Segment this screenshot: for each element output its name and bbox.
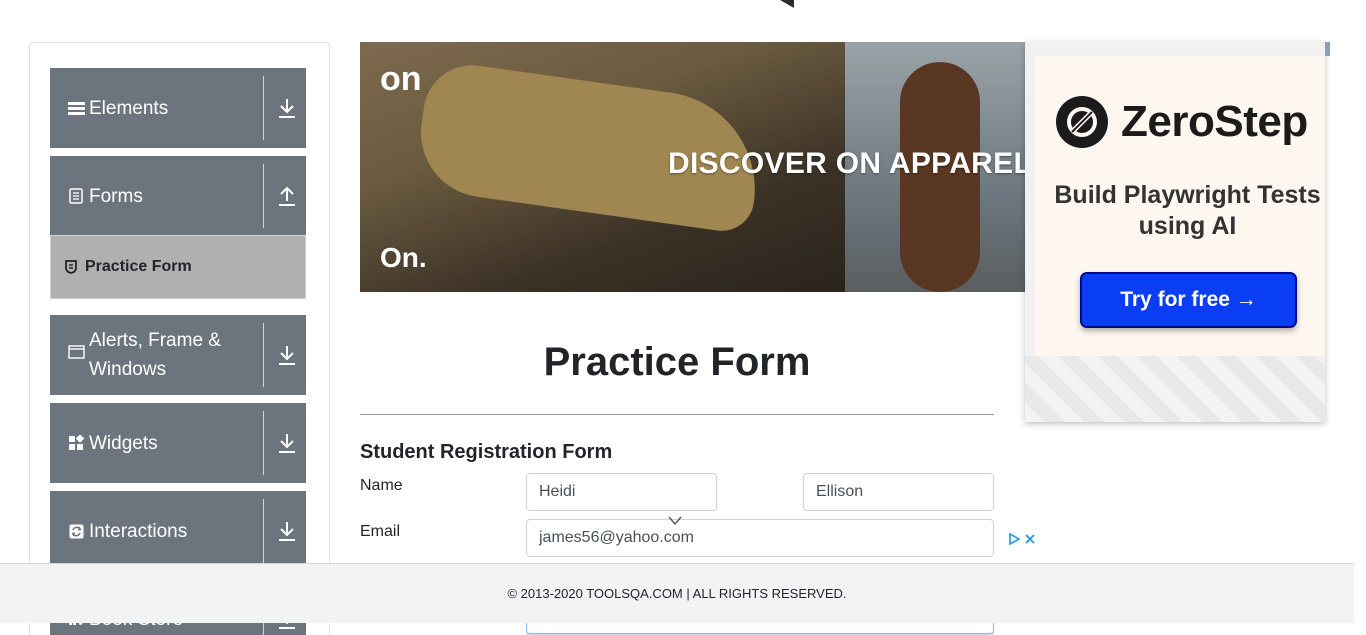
download-arrow-icon[interactable] [276,519,298,543]
group-divider [263,499,264,563]
first-name-input[interactable] [526,473,717,511]
hamburger-icon [67,101,85,116]
header-notch-icon [780,0,794,8]
sidebar-group-interactions[interactable]: Interactions [50,491,306,571]
sidebar-group-label: Interactions [89,520,188,542]
banner-headline: DISCOVER ON APPAREL [668,147,1025,180]
ad-brand: ZeroStep [1055,95,1308,149]
sidebar-item-label: Practice Form [85,258,192,275]
sidebar-group-label: Elements [89,97,169,119]
ad-choices-play-icon[interactable] [1008,533,1020,545]
interactions-icon [67,524,85,539]
download-arrow-icon[interactable] [276,343,298,367]
ad-corner-marker [1325,42,1330,56]
group-divider [263,164,264,228]
ad-brand-name: ZeroStep [1121,97,1308,146]
last-name-input[interactable] [803,473,994,511]
sidebar-group-widgets[interactable]: Widgets [50,403,306,483]
chevron-down-icon [668,516,682,526]
group-divider [263,76,264,140]
apparel-banner-ad[interactable]: on DISCOVER ON APPAREL On. [360,42,1025,292]
ad-background-pattern [1025,356,1325,422]
footer-copyright: © 2013-2020 TOOLSQA.COM | ALL RIGHTS RES… [507,586,847,601]
footer: © 2013-2020 TOOLSQA.COM | ALL RIGHTS RES… [0,563,1354,623]
sidebar: Elements Forms Practice Form Alerts, Fra… [29,42,330,635]
banner-logo-bottom: On. [380,242,427,273]
sidebar-group-label: Alerts, Frame & Windows [89,330,221,380]
sidebar-item-practice-form[interactable]: Practice Form [50,235,306,299]
window-icon [67,345,85,359]
download-arrow-icon[interactable] [276,96,298,120]
sidebar-group-label: Forms [89,185,143,207]
document-icon [67,188,85,204]
title-divider [360,414,994,415]
group-divider [263,411,264,475]
sidebar-group-elements[interactable]: Elements [50,68,306,148]
sidebar-group-label: Widgets [89,432,158,454]
page-title: Practice Form [543,340,811,384]
shield-icon [65,260,79,274]
email-input[interactable] [526,519,994,557]
upload-arrow-icon[interactable] [276,184,298,208]
sidebar-group-forms[interactable]: Forms [50,156,306,236]
name-label: Name [360,477,403,494]
widgets-icon [67,435,85,451]
form-subtitle: Student Registration Form [360,441,613,463]
banner-logo-top: on [380,60,422,98]
email-label: Email [360,523,401,540]
ad-choices[interactable] [1008,533,1036,545]
zerostep-ad[interactable]: ZeroStep Build Playwright Tests using AI… [1025,42,1325,422]
zerostep-logo-icon [1056,96,1108,148]
try-for-free-button[interactable]: Try for free → [1080,272,1297,328]
ad-tagline: Build Playwright Tests using AI [1054,181,1321,240]
close-icon[interactable] [1024,533,1036,545]
download-arrow-icon[interactable] [276,431,298,455]
group-divider [263,323,264,387]
sidebar-group-alerts[interactable]: Alerts, Frame & Windows [50,315,306,395]
